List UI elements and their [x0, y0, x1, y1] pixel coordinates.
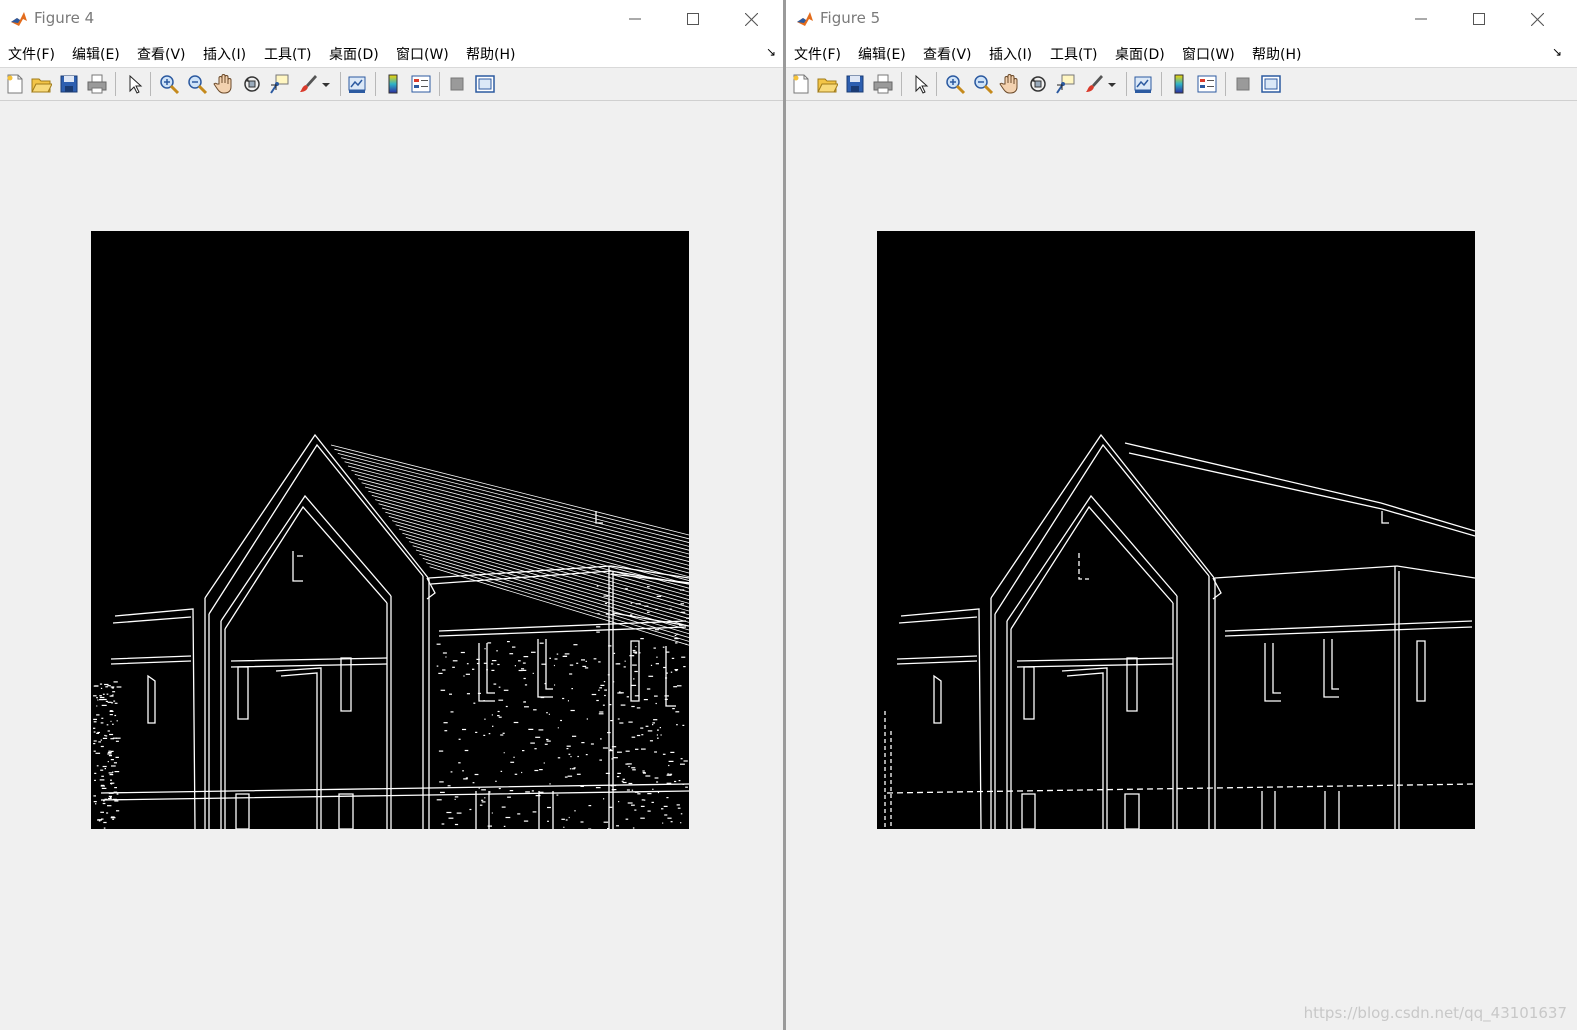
- link-plot-icon[interactable]: [1132, 73, 1154, 95]
- edge-image: [91, 231, 689, 829]
- minimize-icon: [1415, 18, 1427, 20]
- hide-plot-tools-icon[interactable]: [446, 73, 468, 95]
- toolbar-separator: [340, 72, 341, 96]
- toolbar-separator: [936, 72, 937, 96]
- menu-help[interactable]: 帮助(H): [1252, 44, 1301, 64]
- minimize-button[interactable]: [1392, 0, 1450, 38]
- print-icon[interactable]: [86, 73, 108, 95]
- menu-insert[interactable]: 插入(I): [203, 44, 246, 64]
- pan-hand-icon[interactable]: [999, 73, 1021, 95]
- toolbar-separator: [901, 72, 902, 96]
- rotate-3d-icon[interactable]: [241, 73, 263, 95]
- figure-window-4: Figure 4 文件(F) 编辑(E) 查看(V) 插入(I) 工具(T) 桌…: [0, 0, 783, 1030]
- close-icon: [744, 12, 758, 26]
- minimize-icon: [629, 18, 641, 20]
- zoom-in-icon[interactable]: [944, 73, 966, 95]
- toolbar-separator: [1126, 72, 1127, 96]
- figure-toolbar: [0, 67, 783, 101]
- toolbar-separator: [1225, 72, 1226, 96]
- data-cursor-icon[interactable]: [268, 73, 290, 95]
- show-plot-tools-icon[interactable]: [1260, 73, 1282, 95]
- menu-window[interactable]: 窗口(W): [1182, 44, 1235, 64]
- menu-tools[interactable]: 工具(T): [1050, 44, 1097, 64]
- menu-desktop[interactable]: 桌面(D): [1115, 44, 1165, 64]
- menu-file[interactable]: 文件(F): [8, 44, 55, 64]
- menu-bar: 文件(F) 编辑(E) 查看(V) 插入(I) 工具(T) 桌面(D) 窗口(W…: [786, 38, 1577, 67]
- dock-arrow-icon[interactable]: ↘: [766, 45, 776, 59]
- brush-icon[interactable]: [297, 73, 319, 95]
- matlab-logo-icon: [9, 9, 29, 29]
- dock-arrow-icon[interactable]: ↘: [1552, 45, 1562, 59]
- menu-view[interactable]: 查看(V): [137, 44, 186, 64]
- window-title: Figure 4: [34, 9, 95, 27]
- menu-insert[interactable]: 插入(I): [989, 44, 1032, 64]
- show-plot-tools-icon[interactable]: [474, 73, 496, 95]
- pan-hand-icon[interactable]: [213, 73, 235, 95]
- open-file-icon[interactable]: [816, 73, 838, 95]
- chevron-down-icon[interactable]: [1106, 73, 1118, 95]
- figure-toolbar: [786, 67, 1577, 101]
- menu-tools[interactable]: 工具(T): [264, 44, 311, 64]
- brush-icon[interactable]: [1083, 73, 1105, 95]
- menu-window[interactable]: 窗口(W): [396, 44, 449, 64]
- legend-icon[interactable]: [410, 73, 432, 95]
- matlab-logo-icon: [795, 9, 815, 29]
- colorbar-icon[interactable]: [382, 73, 404, 95]
- title-bar[interactable]: Figure 4: [0, 0, 783, 38]
- rotate-3d-icon[interactable]: [1027, 73, 1049, 95]
- maximize-icon: [687, 13, 699, 25]
- link-plot-icon[interactable]: [346, 73, 368, 95]
- edge-image-axes[interactable]: [91, 231, 689, 829]
- toolbar-separator: [1161, 72, 1162, 96]
- save-icon[interactable]: [844, 73, 866, 95]
- minimize-button[interactable]: [606, 0, 664, 38]
- new-figure-icon[interactable]: [4, 73, 26, 95]
- open-file-icon[interactable]: [30, 73, 52, 95]
- menu-desktop[interactable]: 桌面(D): [329, 44, 379, 64]
- new-figure-icon[interactable]: [790, 73, 812, 95]
- edge-image: [877, 231, 1475, 829]
- menu-view[interactable]: 查看(V): [923, 44, 972, 64]
- menu-help[interactable]: 帮助(H): [466, 44, 515, 64]
- menu-file[interactable]: 文件(F): [794, 44, 841, 64]
- chevron-down-icon[interactable]: [320, 73, 332, 95]
- close-icon: [1530, 12, 1544, 26]
- save-icon[interactable]: [58, 73, 80, 95]
- zoom-out-icon[interactable]: [186, 73, 208, 95]
- pointer-icon[interactable]: [123, 73, 145, 95]
- menu-edit[interactable]: 编辑(E): [72, 44, 120, 64]
- maximize-button[interactable]: [1450, 0, 1508, 38]
- title-bar[interactable]: Figure 5: [786, 0, 1577, 38]
- figure-window-5: Figure 5 文件(F) 编辑(E) 查看(V) 插入(I) 工具(T) 桌…: [786, 0, 1577, 1030]
- menu-bar: 文件(F) 编辑(E) 查看(V) 插入(I) 工具(T) 桌面(D) 窗口(W…: [0, 38, 783, 67]
- zoom-out-icon[interactable]: [972, 73, 994, 95]
- menu-edit[interactable]: 编辑(E): [858, 44, 906, 64]
- close-button[interactable]: [722, 0, 780, 38]
- edge-image-axes[interactable]: [877, 231, 1475, 829]
- maximize-icon: [1473, 13, 1485, 25]
- hide-plot-tools-icon[interactable]: [1232, 73, 1254, 95]
- toolbar-separator: [375, 72, 376, 96]
- close-button[interactable]: [1508, 0, 1566, 38]
- colorbar-icon[interactable]: [1168, 73, 1190, 95]
- toolbar-separator: [150, 72, 151, 96]
- toolbar-separator: [115, 72, 116, 96]
- pointer-icon[interactable]: [909, 73, 931, 95]
- zoom-in-icon[interactable]: [158, 73, 180, 95]
- window-title: Figure 5: [820, 9, 881, 27]
- data-cursor-icon[interactable]: [1054, 73, 1076, 95]
- print-icon[interactable]: [872, 73, 894, 95]
- toolbar-separator: [439, 72, 440, 96]
- maximize-button[interactable]: [664, 0, 722, 38]
- watermark: https://blog.csdn.net/qq_43101637: [1303, 1004, 1567, 1022]
- legend-icon[interactable]: [1196, 73, 1218, 95]
